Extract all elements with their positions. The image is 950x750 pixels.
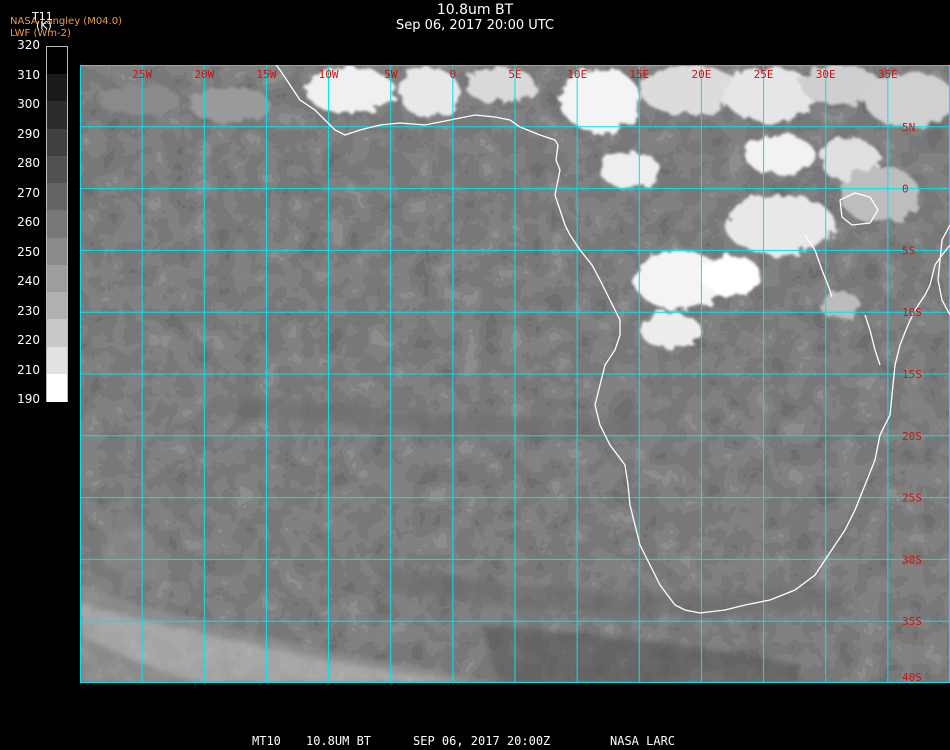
colorbar-segment (47, 210, 67, 239)
footer-date: SEP 06, 2017 20:00Z (413, 734, 551, 748)
footer-agency: NASA LARC (610, 734, 676, 748)
colorbar-segment (47, 319, 67, 348)
colorbar-segment (47, 264, 67, 293)
colorbar-tick-label: 320 (17, 38, 40, 52)
colorbar-variable: T11 (K) (32, 10, 53, 32)
longitude-label: 0 (450, 68, 457, 81)
colorbar-segment (47, 292, 67, 321)
latitude-label: 20S (902, 430, 922, 443)
footer-channel: 10.8UM BT (306, 734, 372, 748)
colorbar-segment (47, 155, 67, 184)
map-title: 10.8um BT (436, 2, 514, 18)
longitude-label: 25E (754, 68, 774, 81)
latitude-label: 35S (902, 615, 922, 628)
latitude-label: 0 (902, 183, 909, 196)
credit-text: NASA Langley (M04.0) (10, 16, 122, 27)
longitude-label: 20E (691, 68, 711, 81)
colorbar-tick-label: 230 (17, 303, 40, 318)
colorbar-tick-label: 210 (17, 362, 40, 377)
map-canvas: 25W 20W 15W 10W 5W 0 5E 10E 15E 20E 25E 30E 35E 5N 0 5S… (80, 65, 950, 683)
colorbar-segment (47, 237, 67, 266)
colorbar-tick-label: 260 (17, 215, 40, 229)
colorbar-segment (47, 183, 67, 212)
colorbar-tick-label: 310 (17, 67, 40, 82)
colorbar-unit: (K) (36, 19, 52, 32)
longitude-label: 5E (508, 68, 521, 81)
colorbar-segment (47, 128, 67, 157)
colorbar-segment (47, 346, 67, 375)
colorbar-tick-label: 300 (17, 97, 40, 111)
longitude-label: 35E (878, 68, 898, 81)
longitude-label: 30E (816, 68, 836, 81)
credit-block: NASA Langley (M04.0) LWF (Wm-2) (10, 16, 122, 40)
colorbar-tick-label: 250 (17, 244, 40, 259)
colorbar-segment (47, 74, 67, 103)
latitude-label: 25S (902, 492, 922, 505)
latitude-label: 15S (902, 368, 922, 381)
latitude-label: 40S (902, 671, 922, 683)
latitude-label: 5N (902, 121, 915, 134)
longitude-label: 10E (567, 68, 587, 81)
colorbar-tick-label: 190 (17, 392, 40, 406)
longitude-label: 25W (132, 68, 152, 81)
longitude-label: 10W (319, 68, 339, 81)
colorbar-tick-label: 270 (17, 185, 40, 200)
latitude-label: 10S (902, 306, 922, 319)
colorbar-segment (47, 47, 67, 75)
latitude-label: 5S (902, 244, 915, 257)
longitude-label: 15E (629, 68, 649, 81)
colorbar-tick-label: 240 (17, 274, 40, 288)
longitude-label: 5W (384, 68, 398, 81)
satellite-map: 25W 20W 15W 10W 5W 0 5E 10E 15E 20E 25E 30E 35E 5N 0 5S… (80, 65, 950, 683)
footer-satellite: MT10 (252, 734, 281, 748)
longitude-label: 15W (256, 68, 276, 81)
colorbar-tick-label: 290 (17, 126, 40, 141)
colorbar-tick-label: 220 (17, 333, 40, 347)
latitude-label: 30S (902, 553, 922, 566)
map-datetime: Sep 06, 2017 20:00 UTC (395, 18, 555, 33)
colorbar-segment (47, 101, 67, 130)
colorbar-tick-label: 280 (17, 156, 40, 170)
longitude-label: 20W (194, 68, 214, 81)
colorbar-segment (47, 373, 67, 402)
colorbar (46, 46, 68, 402)
